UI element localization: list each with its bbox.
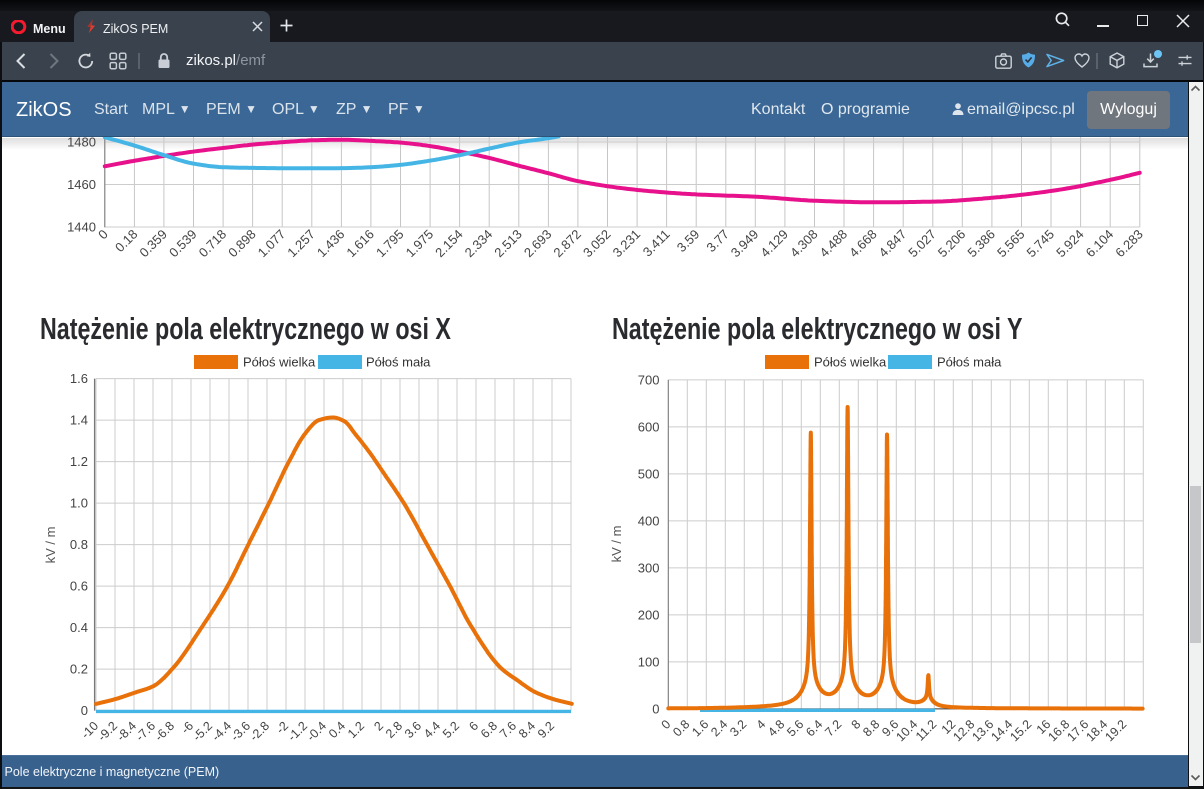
svg-text:5.2: 5.2 <box>440 719 462 741</box>
svg-text:1.616: 1.616 <box>343 227 377 261</box>
svg-text:7.2: 7.2 <box>822 717 844 739</box>
svg-text:2.154: 2.154 <box>432 227 466 261</box>
svg-text:-6.8: -6.8 <box>152 719 177 744</box>
svg-text:2.334: 2.334 <box>462 227 496 261</box>
svg-text:3.949: 3.949 <box>728 227 762 261</box>
svg-text:1480: 1480 <box>67 137 96 150</box>
svg-text:4.488: 4.488 <box>817 227 851 261</box>
svg-text:5.745: 5.745 <box>1024 227 1058 261</box>
svg-text:700: 700 <box>638 372 660 387</box>
svg-text:0.4: 0.4 <box>70 620 88 635</box>
svg-text:5.206: 5.206 <box>935 227 969 261</box>
svg-text:300: 300 <box>638 560 660 575</box>
svg-text:2.872: 2.872 <box>550 227 584 261</box>
svg-text:1.257: 1.257 <box>284 227 318 261</box>
svg-text:Półoś mała: Półoś mała <box>366 355 431 370</box>
svg-text:1440: 1440 <box>67 220 96 235</box>
svg-text:1.2: 1.2 <box>345 719 367 741</box>
svg-text:4.668: 4.668 <box>846 227 880 261</box>
svg-text:kV / m: kV / m <box>43 527 58 564</box>
svg-text:5.386: 5.386 <box>964 227 998 261</box>
svg-text:Półoś mała: Półoś mała <box>937 355 1002 370</box>
svg-text:11.2: 11.2 <box>913 717 939 743</box>
svg-text:600: 600 <box>638 419 660 434</box>
svg-text:200: 200 <box>638 607 660 622</box>
svg-text:1.4: 1.4 <box>70 413 88 428</box>
svg-text:2.693: 2.693 <box>521 227 555 261</box>
svg-text:3.052: 3.052 <box>580 227 614 261</box>
svg-text:Półoś wielka: Półoś wielka <box>814 355 887 370</box>
svg-text:9.2: 9.2 <box>535 719 557 741</box>
svg-text:0.898: 0.898 <box>225 227 259 261</box>
svg-text:1460: 1460 <box>67 177 96 192</box>
svg-text:3.231: 3.231 <box>610 227 644 261</box>
svg-text:19.2: 19.2 <box>1102 717 1129 744</box>
svg-text:3.411: 3.411 <box>640 227 673 260</box>
svg-text:0.8: 0.8 <box>70 537 88 552</box>
svg-text:1.0: 1.0 <box>70 496 88 511</box>
svg-text:400: 400 <box>638 513 660 528</box>
svg-text:1.2: 1.2 <box>70 454 88 469</box>
svg-text:1.795: 1.795 <box>373 227 407 261</box>
svg-text:1.6: 1.6 <box>70 371 88 386</box>
svg-text:0.359: 0.359 <box>136 227 170 261</box>
svg-text:1.975: 1.975 <box>403 227 437 261</box>
svg-text:0: 0 <box>95 227 111 243</box>
svg-text:3.2: 3.2 <box>727 717 749 739</box>
svg-text:0: 0 <box>652 701 659 716</box>
svg-text:Półoś wielka: Półoś wielka <box>243 355 316 370</box>
svg-text:0.718: 0.718 <box>196 227 230 261</box>
svg-text:4.308: 4.308 <box>787 227 821 261</box>
svg-text:0.6: 0.6 <box>70 579 88 594</box>
svg-text:0.539: 0.539 <box>166 227 200 261</box>
svg-text:6.283: 6.283 <box>1112 227 1146 261</box>
svg-text:-2.8: -2.8 <box>247 719 272 744</box>
svg-text:5.027: 5.027 <box>905 227 939 261</box>
svg-text:2.513: 2.513 <box>491 227 525 261</box>
svg-text:1.077: 1.077 <box>255 227 289 261</box>
svg-text:500: 500 <box>638 466 660 481</box>
svg-text:1.436: 1.436 <box>314 227 348 261</box>
svg-text:5.924: 5.924 <box>1053 227 1087 261</box>
svg-text:3.59: 3.59 <box>674 227 703 256</box>
svg-text:4.847: 4.847 <box>876 227 910 261</box>
svg-text:4.129: 4.129 <box>757 227 791 261</box>
svg-text:0: 0 <box>81 703 88 718</box>
svg-text:6.104: 6.104 <box>1083 227 1117 261</box>
svg-text:0.2: 0.2 <box>70 662 88 677</box>
svg-text:kV / m: kV / m <box>609 526 624 563</box>
svg-text:5.565: 5.565 <box>994 227 1028 261</box>
svg-text:100: 100 <box>638 654 660 669</box>
svg-text:15.2: 15.2 <box>1007 717 1034 744</box>
